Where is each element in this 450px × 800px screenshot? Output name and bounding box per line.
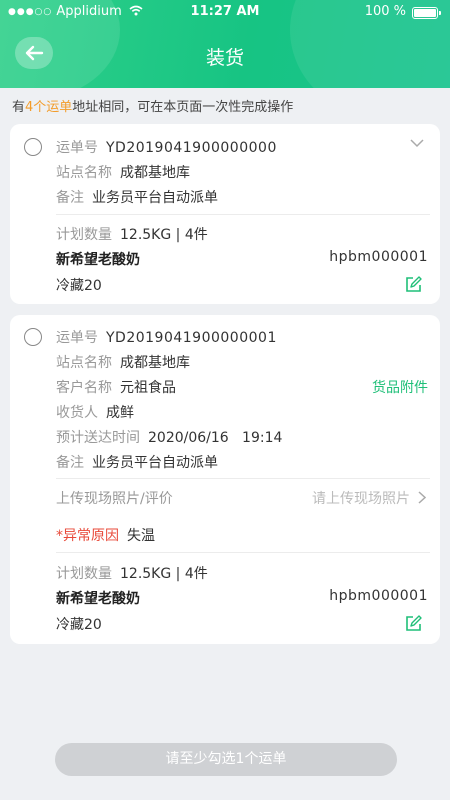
receiver-value: 成鲜 bbox=[106, 405, 134, 421]
edit-icon[interactable] bbox=[405, 276, 422, 293]
product-code: hpbm000001 bbox=[329, 249, 428, 265]
divider bbox=[56, 214, 430, 215]
info-count: 4个运单 bbox=[25, 100, 73, 115]
station-value: 成都基地库 bbox=[120, 165, 190, 181]
station-label: 站点名称 bbox=[56, 165, 112, 181]
product-name: 新希望老酸奶 bbox=[56, 252, 140, 268]
product-name: 新希望老酸奶 bbox=[56, 591, 140, 607]
storage-type: 冷藏20 bbox=[56, 278, 102, 294]
remark-label: 备注 bbox=[56, 455, 84, 471]
eta-row: 预计送达时间 2020/06/16 19:14 bbox=[56, 427, 282, 447]
status-bar: ●●●○○ Applidium 11:27 AM 100 % bbox=[0, 0, 450, 24]
divider bbox=[56, 478, 430, 479]
product-code: hpbm000001 bbox=[329, 588, 428, 604]
quantity-value: 12.5KG | 4件 bbox=[120, 227, 208, 243]
exception-label: 异常原因 bbox=[63, 528, 119, 544]
quantity-label: 计划数量 bbox=[56, 227, 112, 243]
edit-icon[interactable] bbox=[405, 615, 422, 632]
remark-label: 备注 bbox=[56, 190, 84, 206]
customer-label: 客户名称 bbox=[56, 380, 112, 396]
station-value: 成都基地库 bbox=[120, 355, 190, 371]
order-number-label: 运单号 bbox=[56, 330, 98, 346]
quantity-row: 计划数量 12.5KG | 4件 bbox=[56, 224, 208, 244]
order-number-row: 运单号 YD2019041900000001 bbox=[56, 327, 277, 347]
header-bar: ●●●○○ Applidium 11:27 AM 100 % 装货 bbox=[0, 0, 450, 88]
page-title: 装货 bbox=[205, 47, 244, 69]
required-star: * bbox=[56, 528, 63, 544]
eta-label: 预计送达时间 bbox=[56, 430, 140, 446]
order-number-row: 运单号 YD2019041900000000 bbox=[56, 137, 277, 157]
order-number: YD2019041900000001 bbox=[106, 330, 277, 346]
goods-attachment-link[interactable]: 货品附件 bbox=[372, 377, 428, 397]
remark-row: 备注 业务员平台自动派单 bbox=[56, 187, 218, 207]
order-card[interactable]: 运单号 YD2019041900000001 站点名称 成都基地库 客户名称 元祖食品… bbox=[10, 315, 440, 644]
order-select-radio[interactable] bbox=[24, 328, 42, 346]
station-label: 站点名称 bbox=[56, 355, 112, 371]
info-banner: 有4个运单地址相同，可在本页面一次性完成操作 bbox=[12, 96, 293, 115]
info-prefix: 有 bbox=[12, 100, 26, 115]
receiver-row: 收货人 成鲜 bbox=[56, 402, 134, 422]
order-select-radio[interactable] bbox=[24, 138, 42, 156]
station-row: 站点名称 成都基地库 bbox=[56, 352, 190, 372]
order-number-label: 运单号 bbox=[56, 140, 98, 156]
storage-type: 冷藏20 bbox=[56, 617, 102, 633]
quantity-value: 12.5KG | 4件 bbox=[120, 566, 208, 582]
submit-button[interactable]: 请至少勾选1个运单 bbox=[55, 743, 397, 776]
remark-value: 业务员平台自动派单 bbox=[92, 455, 218, 471]
order-card[interactable]: 运单号 YD2019041900000000 站点名称 成都基地库 备注 业务员平台自… bbox=[10, 124, 440, 304]
customer-row: 客户名称 元祖食品 bbox=[56, 377, 176, 397]
exception-row[interactable]: *异常原因 失温 bbox=[56, 525, 155, 545]
station-row: 站点名称 成都基地库 bbox=[56, 162, 190, 182]
divider bbox=[56, 552, 430, 553]
battery-icon bbox=[412, 7, 441, 19]
receiver-label: 收货人 bbox=[56, 405, 98, 421]
eta-value: 2020/06/16 19:14 bbox=[148, 430, 283, 446]
battery-percent: 100 % bbox=[364, 4, 406, 19]
chevron-down-icon[interactable] bbox=[410, 139, 424, 148]
remark-row: 备注 业务员平台自动派单 bbox=[56, 452, 218, 472]
exception-value: 失温 bbox=[127, 528, 155, 544]
quantity-row: 计划数量 12.5KG | 4件 bbox=[56, 563, 208, 583]
remark-value: 业务员平台自动派单 bbox=[92, 190, 218, 206]
order-number: YD2019041900000000 bbox=[106, 140, 277, 156]
upload-photo-label: 上传现场照片/评价 bbox=[56, 491, 173, 507]
customer-value: 元祖食品 bbox=[120, 380, 176, 396]
info-suffix: 地址相同，可在本页面一次性完成操作 bbox=[72, 100, 294, 115]
upload-photo-placeholder: 请上传现场照片 bbox=[312, 491, 410, 507]
chevron-right-icon bbox=[418, 491, 426, 504]
quantity-label: 计划数量 bbox=[56, 566, 112, 582]
